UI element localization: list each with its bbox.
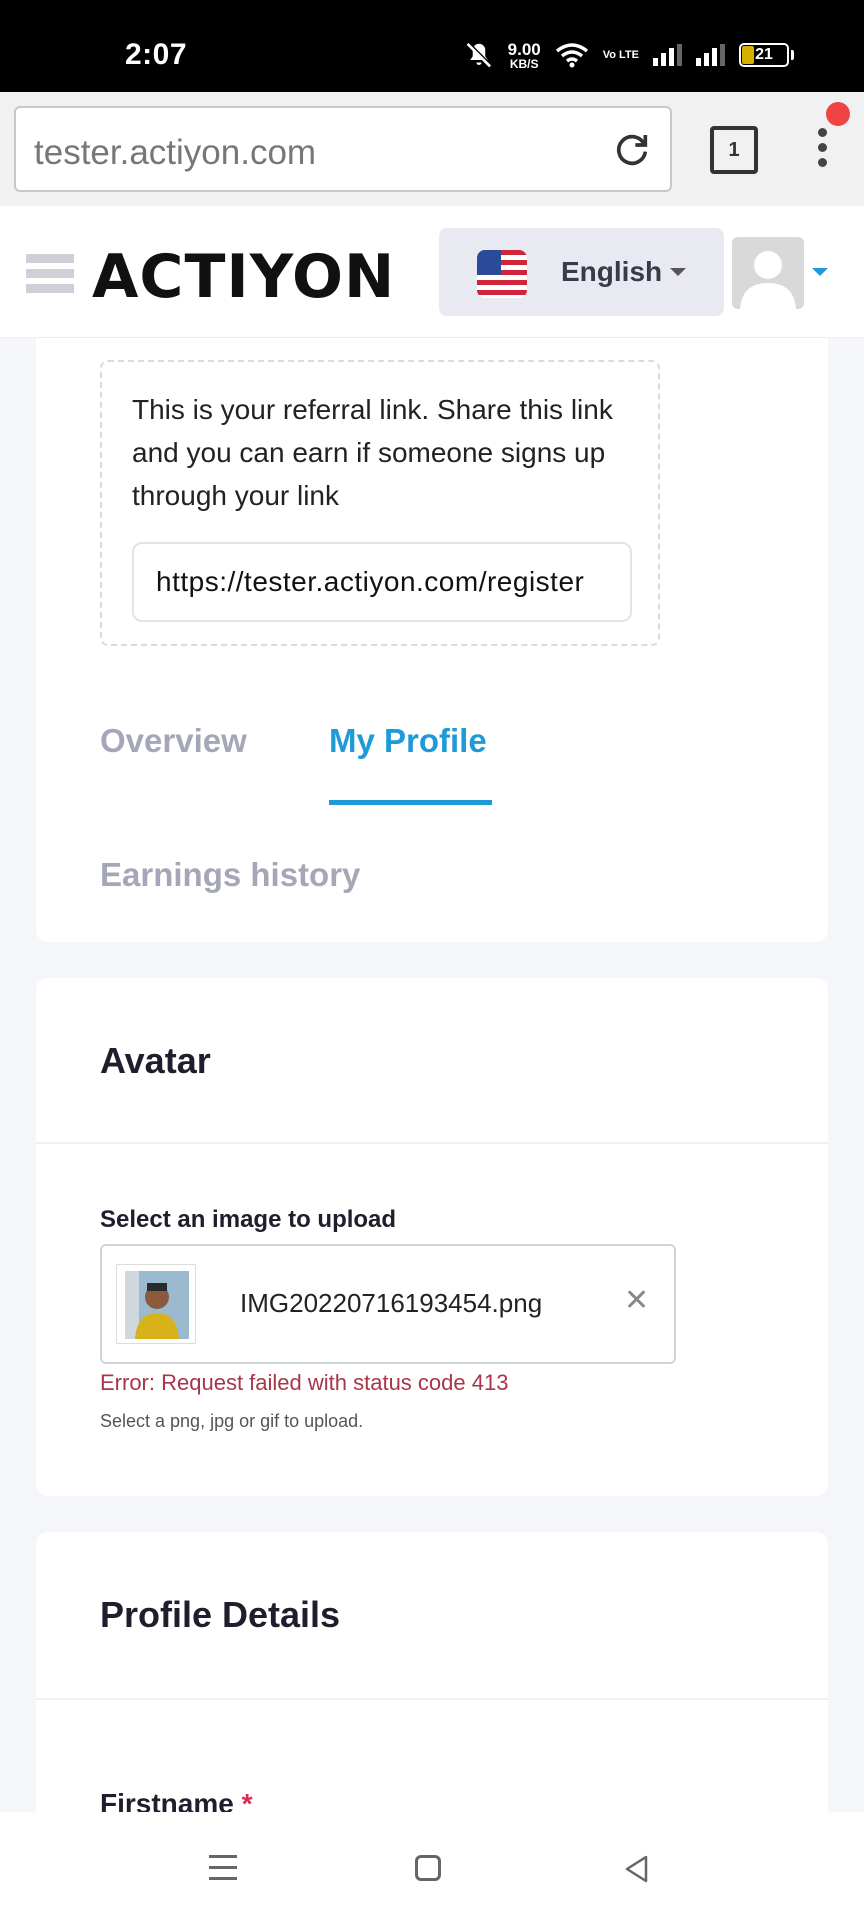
signal-2-icon [696, 44, 725, 66]
upload-field-label: Select an image to upload [100, 1206, 397, 1233]
recent-apps-icon[interactable] [209, 1855, 237, 1883]
battery-icon: 21 [739, 43, 794, 67]
tab-overview[interactable]: Overview [100, 722, 247, 760]
image-thumbnail [116, 1264, 196, 1344]
avatar-section-title: Avatar [100, 1040, 211, 1081]
upload-hint: Select a png, jpg or gif to upload. [100, 1411, 364, 1431]
language-selector[interactable]: English [439, 228, 724, 316]
user-menu-caret-icon[interactable] [812, 268, 828, 276]
browser-menu-icon[interactable] [810, 122, 834, 178]
section-divider [36, 1698, 828, 1700]
mute-icon [466, 42, 492, 68]
file-upload-field[interactable]: IMG20220716193454.png ✕ [100, 1244, 676, 1364]
url-text: tester.actiyon.com [34, 133, 317, 172]
app-header: ACTIYON English [0, 206, 864, 338]
referral-box: This is your referral link. Share this l… [100, 360, 660, 646]
photo-thumbnail-icon [125, 1271, 189, 1339]
reload-icon[interactable] [612, 130, 652, 170]
avatar-card: Avatar Select an image to upload IMG2022… [36, 978, 828, 1496]
language-label: English [561, 256, 663, 287]
signal-1-icon [653, 44, 682, 66]
chevron-down-icon [670, 268, 686, 276]
home-icon[interactable] [415, 1855, 441, 1881]
us-flag-icon [477, 250, 527, 298]
user-avatar[interactable] [732, 237, 804, 309]
user-icon [732, 237, 804, 309]
back-icon[interactable] [622, 1854, 652, 1884]
status-icons: 9.00 KB/S Vo LTE 21 [464, 40, 794, 70]
net-speed: 9.00 KB/S [507, 39, 541, 71]
wifi-icon [555, 43, 588, 68]
remove-file-icon[interactable]: ✕ [624, 1286, 649, 1316]
referral-card: This is your referral link. Share this l… [36, 338, 828, 942]
tab-switcher-button[interactable]: 1 [710, 126, 758, 174]
upload-error-message: Error: Request failed with status code 4… [100, 1370, 509, 1395]
hamburger-menu-icon[interactable] [26, 254, 74, 298]
referral-link-field[interactable]: https://tester.actiyon.com/register [132, 542, 632, 622]
notification-dot [826, 102, 850, 126]
browser-toolbar: tester.actiyon.com 1 [0, 92, 864, 206]
status-bar: 2:07 9.00 KB/S Vo LTE 21 [0, 0, 864, 92]
volte-label: Vo LTE [602, 48, 639, 61]
tab-my-profile[interactable]: My Profile [329, 722, 487, 760]
brand-logo[interactable]: ACTIYON [92, 242, 395, 312]
profile-details-title: Profile Details [100, 1594, 341, 1635]
referral-link-text: https://tester.actiyon.com/register [156, 566, 585, 597]
address-bar[interactable]: tester.actiyon.com [14, 106, 672, 192]
selected-file-name: IMG20220716193454.png [240, 1288, 543, 1318]
system-navigation-bar [0, 1812, 864, 1920]
active-tab-indicator [329, 800, 492, 805]
section-divider [36, 1142, 828, 1144]
tab-earnings-history[interactable]: Earnings history [100, 856, 360, 894]
status-time: 2:07 [125, 38, 188, 71]
referral-description: This is your referral link. Share this l… [132, 394, 613, 511]
